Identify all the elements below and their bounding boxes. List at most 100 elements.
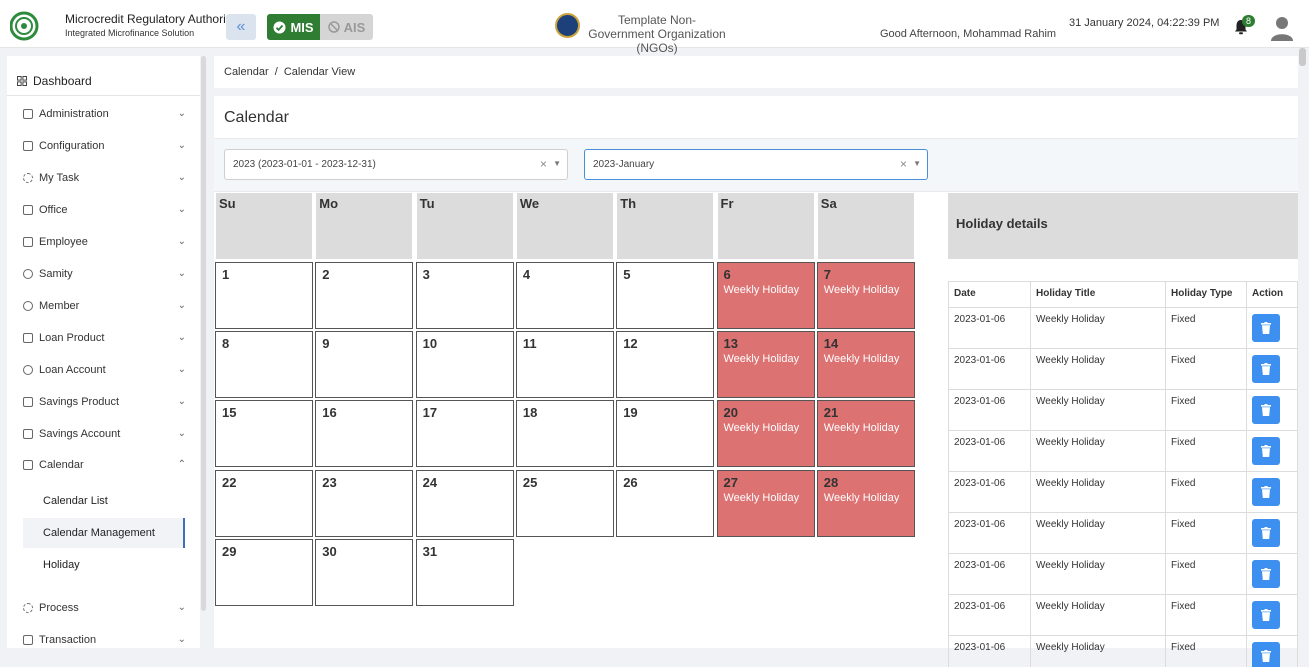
- calendar-day-holiday[interactable]: 14 Weekly Holiday: [816, 331, 915, 398]
- sidebar-item-my-task[interactable]: My Task ⌄: [7, 163, 200, 193]
- sidebar-item-samity[interactable]: Samity ⌄: [7, 259, 200, 289]
- sidebar-item-process[interactable]: Process ⌄: [7, 593, 200, 623]
- page-title: Calendar: [224, 109, 289, 126]
- calendar-day[interactable]: 24: [415, 470, 514, 537]
- calendar-day[interactable]: 22: [215, 470, 313, 537]
- delete-button[interactable]: [1252, 437, 1280, 465]
- calendar-day[interactable]: 2: [315, 262, 414, 329]
- calendar-day-holiday[interactable]: 13 Weekly Holiday: [716, 331, 815, 398]
- calendar-day[interactable]: 31: [415, 539, 514, 606]
- sidebar-item-label: Member: [39, 300, 80, 312]
- spinner-icon: [23, 173, 33, 183]
- page-scrollbar[interactable]: [1299, 48, 1306, 66]
- sidebar-item-employee[interactable]: Employee ⌄: [7, 227, 200, 257]
- mis-label: MIS: [290, 19, 314, 35]
- calendar-day[interactable]: 12: [616, 331, 715, 398]
- sidebar-item-label: Transaction: [39, 634, 97, 646]
- sidebar-item-savings-product[interactable]: Savings Product ⌄: [7, 387, 200, 417]
- delete-button[interactable]: [1252, 478, 1280, 506]
- calendar-day-holiday[interactable]: 7 Weekly Holiday: [816, 262, 915, 329]
- calendar-day[interactable]: 19: [616, 400, 715, 467]
- day-number: 7: [823, 267, 832, 282]
- day-number: 2: [322, 267, 330, 282]
- delete-button[interactable]: [1252, 396, 1280, 424]
- user-avatar-icon[interactable]: [1270, 15, 1294, 41]
- group-icon: [23, 269, 33, 279]
- calendar-day[interactable]: 5: [616, 262, 715, 329]
- sidebar-item-configuration[interactable]: Configuration ⌄: [7, 131, 200, 161]
- sidebar-scrollbar[interactable]: [201, 56, 206, 611]
- caret-down-icon[interactable]: ▼: [913, 159, 921, 168]
- sidebar-item-loan-product[interactable]: Loan Product ⌄: [7, 323, 200, 353]
- sidebar-item-transaction[interactable]: Transaction ⌄: [7, 625, 200, 648]
- grid-icon: [17, 75, 27, 86]
- calendar-day[interactable]: 1: [215, 262, 313, 329]
- delete-button[interactable]: [1252, 519, 1280, 547]
- calendar-day[interactable]: 25: [515, 470, 614, 537]
- weekday-header: Tu: [416, 193, 513, 259]
- cell-title: Weekly Holiday: [1030, 430, 1166, 472]
- calendar-grid: Su Mo Tu We Th Fr Sa 1 2 3 4 5 6 Weekly Holiday 7 Weekl…: [215, 193, 915, 608]
- calendar-day[interactable]: 8: [215, 331, 313, 398]
- sidebar-subitem-calendar-management[interactable]: Calendar Management: [23, 518, 185, 548]
- holiday-label: Weekly Holiday: [723, 492, 800, 504]
- month-select-value: 2023-January: [593, 159, 655, 170]
- sidebar-subitem-calendar-list[interactable]: Calendar List: [23, 486, 185, 516]
- delete-button[interactable]: [1252, 642, 1280, 667]
- delete-button[interactable]: [1252, 560, 1280, 588]
- calendar-day[interactable]: 4: [515, 262, 614, 329]
- calendar-day-holiday[interactable]: 20 Weekly Holiday: [716, 400, 815, 467]
- ais-button[interactable]: AIS: [320, 14, 373, 40]
- day-number: 3: [422, 267, 430, 282]
- calendar-day-holiday[interactable]: 28 Weekly Holiday: [816, 470, 915, 537]
- office-icon: [23, 205, 33, 215]
- calendar-day[interactable]: 23: [315, 470, 414, 537]
- cell-type: Fixed: [1165, 635, 1247, 667]
- breadcrumb-root[interactable]: Calendar: [224, 66, 269, 78]
- calendar-day[interactable]: 10: [415, 331, 514, 398]
- calendar-day-holiday[interactable]: 6 Weekly Holiday: [716, 262, 815, 329]
- sliders-icon: [23, 141, 33, 151]
- calendar-day[interactable]: 15: [215, 400, 313, 467]
- calendar-day[interactable]: 30: [315, 539, 414, 606]
- calendar-day[interactable]: 16: [315, 400, 414, 467]
- calendar-day-holiday[interactable]: 27 Weekly Holiday: [716, 470, 815, 537]
- caret-down-icon[interactable]: ▼: [553, 159, 561, 168]
- calendar-day[interactable]: 18: [515, 400, 614, 467]
- sidebar-item-loan-account[interactable]: Loan Account ⌄: [7, 355, 200, 385]
- calendar-day[interactable]: 29: [215, 539, 313, 606]
- day-number: 24: [422, 475, 438, 490]
- sidebar-item-office[interactable]: Office ⌄: [7, 195, 200, 225]
- sidebar-subitem-holiday[interactable]: Holiday: [23, 550, 185, 580]
- sidebar-collapse-button[interactable]: «: [226, 14, 256, 40]
- chevron-down-icon: ⌄: [177, 364, 186, 375]
- mis-button[interactable]: MIS: [267, 14, 320, 40]
- cell-title: Weekly Holiday: [1030, 389, 1166, 431]
- month-select[interactable]: 2023-January × ▼: [584, 149, 928, 180]
- sidebar-item-member[interactable]: Member ⌄: [7, 291, 200, 321]
- clear-icon[interactable]: ×: [900, 157, 907, 171]
- holiday-label: Weekly Holiday: [823, 284, 900, 296]
- calendar-day-holiday[interactable]: 21 Weekly Holiday: [816, 400, 915, 467]
- year-select[interactable]: 2023 (2023-01-01 - 2023-12-31) × ▼: [224, 149, 568, 180]
- sidebar-item-administration[interactable]: Administration ⌄: [7, 99, 200, 129]
- calendar-day[interactable]: 17: [415, 400, 514, 467]
- day-number: 25: [522, 475, 538, 490]
- sidebar-item-dashboard[interactable]: Dashboard: [7, 66, 200, 96]
- sidebar-item-savings-account[interactable]: Savings Account ⌄: [7, 419, 200, 449]
- delete-button[interactable]: [1252, 314, 1280, 342]
- calendar-day[interactable]: 3: [415, 262, 514, 329]
- cell-action: [1246, 307, 1298, 349]
- clear-icon[interactable]: ×: [540, 157, 547, 171]
- table-row: 2023-01-06 Weekly Holiday Fixed: [948, 471, 1298, 513]
- table-row: 2023-01-06 Weekly Holiday Fixed: [948, 635, 1298, 667]
- sidebar-item-calendar[interactable]: Calendar ⌃: [7, 450, 200, 480]
- calendar-day[interactable]: 26: [616, 470, 715, 537]
- cell-action: [1246, 512, 1298, 554]
- delete-button[interactable]: [1252, 355, 1280, 383]
- day-number: 6: [723, 267, 731, 282]
- delete-button[interactable]: [1252, 601, 1280, 629]
- calendar-day[interactable]: 9: [315, 331, 414, 398]
- calendar-day[interactable]: 11: [515, 331, 614, 398]
- sidebar-item-label: My Task: [39, 172, 80, 184]
